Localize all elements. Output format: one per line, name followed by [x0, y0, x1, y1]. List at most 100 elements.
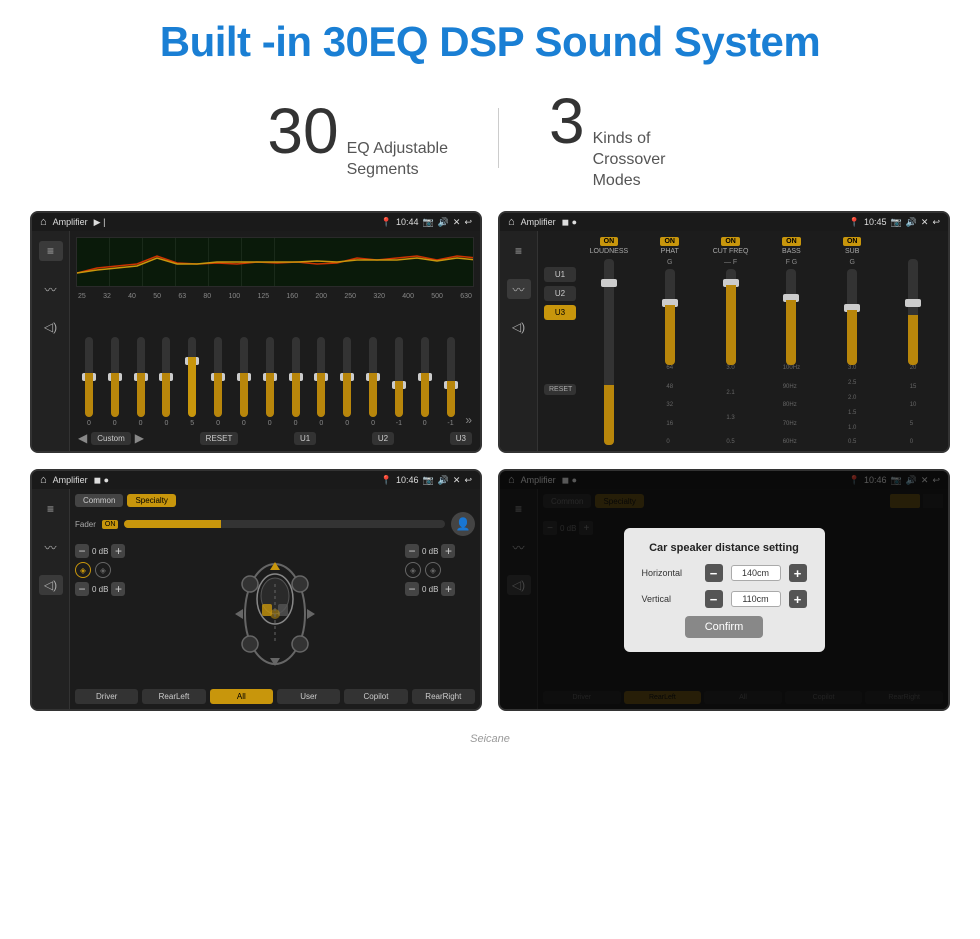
loudness-on: ON	[600, 237, 619, 246]
u2-button[interactable]: U2	[372, 432, 394, 445]
eq-slider-3[interactable]: 0	[155, 337, 177, 427]
phat-slider[interactable]	[665, 269, 675, 365]
ch-bass: ON BASS F G 100Hz 90Hz 80Hz 70Hz 60Hz	[762, 237, 820, 445]
screen-distance: ⌂ Amplifier ◼ ● 📍 10:46 📷 🔊 ✕ ↩ ≡ 〰 ◁)	[498, 469, 950, 711]
time-2: 10:45	[864, 217, 887, 227]
eq-slider-2[interactable]: 0	[130, 337, 152, 427]
eq-slider-13[interactable]: 0	[414, 337, 436, 427]
speaker-content: Common Specialty Fader ON 👤 −	[70, 489, 480, 709]
stats-row: 30 EQ AdjustableSegments 3 Kinds ofCross…	[0, 76, 980, 211]
sub-on: ON	[843, 237, 862, 246]
person-icon: 👤	[451, 512, 475, 536]
eq-slider-11[interactable]: 0	[362, 337, 384, 427]
eq-freq-labels: 25 32 40 50 63 80 100 125 160 200 250 32…	[76, 293, 474, 300]
reset-btn-cross[interactable]: RESET	[544, 384, 576, 395]
driver-button[interactable]: Driver	[75, 689, 138, 704]
vol-minus-bl[interactable]: −	[75, 582, 89, 596]
speaker-icon-3[interactable]: ◁)	[39, 575, 63, 595]
u1-button[interactable]: U1	[294, 432, 316, 445]
eq-icon[interactable]: ≡	[39, 241, 63, 261]
vol-minus-tl[interactable]: −	[75, 544, 89, 558]
eq-slider-9[interactable]: 0	[310, 337, 332, 427]
vertical-minus[interactable]: −	[705, 590, 723, 608]
vol-plus-br[interactable]: +	[441, 582, 455, 596]
u3-button[interactable]: U3	[450, 432, 472, 445]
horizontal-row: Horizontal − 140cm +	[642, 564, 807, 582]
eq-icon-2[interactable]: ≡	[507, 241, 531, 261]
vol-minus-br[interactable]: −	[405, 582, 419, 596]
volume-icon-3: 🔊	[438, 475, 449, 486]
rearleft-button[interactable]: RearLeft	[142, 689, 205, 704]
cutfreq-label: CUT FREQ	[713, 248, 749, 255]
u1-btn-cross[interactable]: U1	[544, 267, 576, 282]
eq-slider-10[interactable]: 0	[336, 337, 358, 427]
distance-dialog: Car speaker distance setting Horizontal …	[624, 528, 825, 652]
more-arrow[interactable]: »	[465, 413, 472, 427]
eq-slider-12[interactable]: -1	[388, 337, 410, 427]
home-icon-2[interactable]: ⌂	[508, 216, 515, 228]
eq-slider-7[interactable]: 0	[259, 337, 281, 427]
speaker-vol-icon[interactable]: ◁)	[39, 317, 63, 337]
eq-main: 25 32 40 50 63 80 100 125 160 200 250 32…	[70, 231, 480, 451]
fader-on-badge: ON	[102, 520, 119, 529]
speaker-vol-icon-2[interactable]: ◁)	[507, 317, 531, 337]
loudness-slider[interactable]	[604, 259, 614, 445]
wave-icon-3[interactable]: 〰	[39, 537, 63, 557]
user-button[interactable]: User	[277, 689, 340, 704]
all-button[interactable]: All	[210, 689, 273, 704]
copilot-button[interactable]: Copilot	[344, 689, 407, 704]
loudness-label: LOUDNESS	[590, 248, 629, 255]
dialog-overlay: Car speaker distance setting Horizontal …	[500, 471, 948, 709]
left-sidebar-1: ≡ 〰 ◁)	[32, 231, 70, 451]
reset-button[interactable]: RESET	[200, 432, 239, 445]
speaker-tabs: Common Specialty	[75, 494, 475, 507]
vol-plus-bl[interactable]: +	[111, 582, 125, 596]
horizontal-plus[interactable]: +	[789, 564, 807, 582]
app-name-2: Amplifier	[521, 217, 556, 227]
rearright-button[interactable]: RearRight	[412, 689, 475, 704]
bass-slider[interactable]	[786, 269, 796, 365]
u2-btn-cross[interactable]: U2	[544, 286, 576, 301]
prev-icon[interactable]: ◀	[78, 431, 87, 445]
common-tab[interactable]: Common	[75, 494, 123, 507]
vol-plus-tl[interactable]: +	[111, 544, 125, 558]
home-icon[interactable]: ⌂	[40, 216, 47, 228]
statusbar-3: ⌂ Amplifier ◼ ● 📍 10:46 📷 🔊 ✕ ↩	[32, 471, 480, 489]
vol-minus-tr[interactable]: −	[405, 544, 419, 558]
sub-slider[interactable]	[847, 269, 857, 365]
wave-icon-2[interactable]: 〰	[507, 279, 531, 299]
play-icon: ▶ |	[94, 217, 106, 228]
eq-icon-3[interactable]: ≡	[39, 499, 63, 519]
time-1: 10:44	[396, 217, 419, 227]
vertical-plus[interactable]: +	[789, 590, 807, 608]
sp-icon-l1: ◈	[75, 562, 91, 578]
home-icon-3[interactable]: ⌂	[40, 474, 47, 486]
eq-slider-6[interactable]: 0	[233, 337, 255, 427]
eq-slider-1[interactable]: 0	[104, 337, 126, 427]
eq-slider-14[interactable]: -1	[440, 337, 462, 427]
sub2-slider[interactable]	[908, 259, 918, 365]
eq-slider-4[interactable]: 5	[181, 337, 203, 427]
stat-eq-desc: EQ AdjustableSegments	[347, 139, 448, 181]
next-icon[interactable]: ▶	[135, 431, 144, 445]
fader-track[interactable]	[124, 520, 445, 528]
camera-icon-1: 📷	[422, 217, 433, 228]
ch-loudness: ON LOUDNESS	[580, 237, 638, 445]
u-buttons: U1 U2 U3 RESET	[544, 237, 576, 445]
specialty-tab[interactable]: Specialty	[127, 494, 175, 507]
u3-btn-cross[interactable]: U3	[544, 305, 576, 320]
cutfreq-slider[interactable]	[726, 269, 736, 365]
stat-eq-number: 30	[267, 94, 338, 168]
eq-slider-5[interactable]: 0	[207, 337, 229, 427]
horizontal-minus[interactable]: −	[705, 564, 723, 582]
vertical-row: Vertical − 110cm +	[642, 590, 807, 608]
vol-val-br: 0 dB	[422, 585, 438, 594]
eq-slider-8[interactable]: 0	[285, 337, 307, 427]
vol-row-br: − 0 dB +	[405, 582, 475, 596]
back-icon-1: ↩	[464, 217, 472, 228]
fader-label: Fader	[75, 520, 96, 529]
wave-icon[interactable]: 〰	[39, 279, 63, 299]
vol-plus-tr[interactable]: +	[441, 544, 455, 558]
eq-slider-0[interactable]: 0	[78, 337, 100, 427]
confirm-button[interactable]: Confirm	[685, 616, 764, 638]
